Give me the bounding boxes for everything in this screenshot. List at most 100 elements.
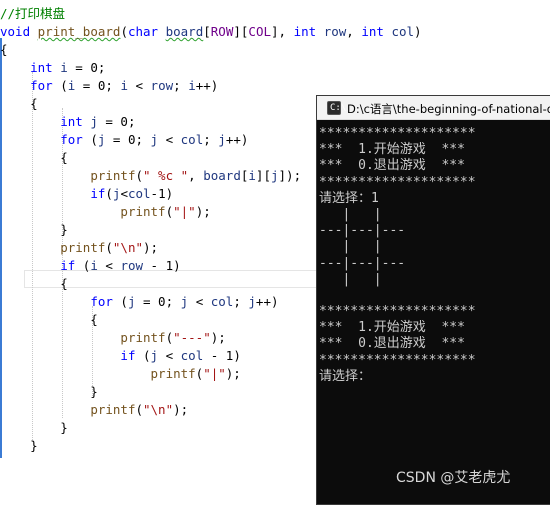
- code-token: <: [97, 258, 121, 273]
- code-token: row: [150, 78, 174, 93]
- code-line[interactable]: }: [0, 419, 68, 437]
- code-token: i: [188, 78, 196, 93]
- console-line: ********************: [319, 126, 476, 141]
- code-token: col: [180, 348, 204, 363]
- code-token: = 0;: [135, 294, 181, 309]
- code-line[interactable]: {: [0, 95, 38, 113]
- code-token: row: [120, 258, 144, 273]
- code-token: - 1): [203, 348, 241, 363]
- code-token: void: [0, 24, 31, 39]
- console-line: ---|---|---: [319, 255, 406, 271]
- code-line[interactable]: }: [0, 437, 38, 455]
- code-line[interactable]: }: [0, 221, 68, 239]
- code-line[interactable]: if (j < col - 1): [0, 347, 241, 365]
- code-token: for: [60, 132, 83, 147]
- code-token: (: [52, 78, 68, 93]
- console-line: 请选择：1: [319, 190, 379, 206]
- code-token: "\n": [112, 240, 144, 255]
- code-token: = 0;: [67, 60, 106, 75]
- watermark: CSDN @艾老虎尤: [396, 470, 511, 486]
- code-token: (: [75, 258, 91, 273]
- code-token: (: [112, 294, 128, 309]
- code-token: {: [0, 276, 68, 291]
- code-line[interactable]: {: [0, 275, 68, 293]
- code-line[interactable]: for (j = 0; j < col; j++): [0, 293, 278, 311]
- code-line[interactable]: int i = 0;: [0, 59, 105, 77]
- code-token: if: [120, 348, 136, 363]
- code-token: = 0;: [75, 78, 121, 93]
- code-line[interactable]: printf("|");: [0, 203, 210, 221]
- console-line: ********************: [319, 352, 476, 368]
- code-token: COL: [248, 24, 271, 39]
- code-token: <: [158, 132, 181, 147]
- code-token: (: [120, 24, 128, 39]
- code-token: <: [120, 186, 128, 201]
- code-token: (: [105, 240, 113, 255]
- code-token: }: [0, 384, 98, 399]
- code-token: (: [135, 168, 143, 183]
- code-line[interactable]: {: [0, 149, 68, 167]
- code-token: printf: [120, 204, 166, 219]
- code-line[interactable]: int j = 0;: [0, 113, 136, 131]
- code-line[interactable]: void print_board(char board[ROW][COL], i…: [0, 23, 422, 41]
- code-token: ][: [233, 24, 249, 39]
- code-token: //打印棋盘: [0, 6, 66, 21]
- console-titlebar[interactable]: C:\ D:\c语言\the-beginning-of-national-da: [317, 96, 550, 120]
- code-line[interactable]: printf("---");: [0, 329, 225, 347]
- code-token: (: [165, 330, 174, 345]
- code-line[interactable]: if(j<col-1): [0, 185, 173, 203]
- code-token: row: [323, 24, 347, 39]
- code-token: ,: [188, 168, 204, 183]
- code-line[interactable]: printf(" %c ", board[i][j]);: [0, 167, 301, 185]
- code-token: print_board: [37, 24, 121, 39]
- code-token: int: [293, 24, 317, 39]
- console-line: *** 0.退出游戏 ***: [319, 336, 465, 352]
- code-token: col: [391, 24, 415, 39]
- code-token: ]);: [278, 168, 302, 183]
- code-token: printf: [90, 402, 136, 417]
- code-line[interactable]: {: [0, 41, 8, 59]
- code-line[interactable]: printf("|");: [0, 365, 241, 383]
- code-token: i: [248, 168, 256, 183]
- code-token: {: [0, 150, 68, 165]
- code-token: printf: [150, 366, 196, 381]
- code-token: ++): [225, 132, 249, 147]
- console-line: *** 0.退出游戏 ***: [319, 158, 465, 174]
- console-window[interactable]: C:\ D:\c语言\the-beginning-of-national-da …: [316, 95, 550, 505]
- code-token: i: [90, 258, 98, 273]
- code-token: <: [127, 78, 151, 93]
- console-line: *** 1.开始游戏 ***: [319, 320, 465, 336]
- code-token: " %c ": [143, 168, 189, 183]
- code-token: }: [0, 420, 68, 435]
- code-token: - 1): [143, 258, 181, 273]
- code-token: -1): [150, 186, 174, 201]
- code-token: [: [203, 24, 211, 39]
- code-token: ;: [203, 132, 219, 147]
- code-token: i: [120, 78, 128, 93]
- code-line[interactable]: printf("\n");: [0, 239, 158, 257]
- code-line[interactable]: for (i = 0; i < row; i++): [0, 77, 218, 95]
- code-token: board: [165, 24, 204, 39]
- code-token: char: [127, 24, 159, 39]
- code-line[interactable]: }: [0, 383, 98, 401]
- console-line: | |: [319, 271, 406, 287]
- code-line[interactable]: printf("\n");: [0, 401, 188, 419]
- code-token: = 0;: [97, 114, 136, 129]
- code-token: <: [188, 294, 211, 309]
- code-token: j: [150, 132, 159, 147]
- code-line[interactable]: for (j = 0; j < col; j++): [0, 131, 248, 149]
- code-token: ROW: [210, 24, 234, 39]
- code-token: ],: [271, 24, 294, 39]
- code-line[interactable]: //打印棋盘: [0, 5, 65, 23]
- code-line[interactable]: if (i < row - 1): [0, 257, 181, 275]
- code-line[interactable]: {: [0, 311, 98, 329]
